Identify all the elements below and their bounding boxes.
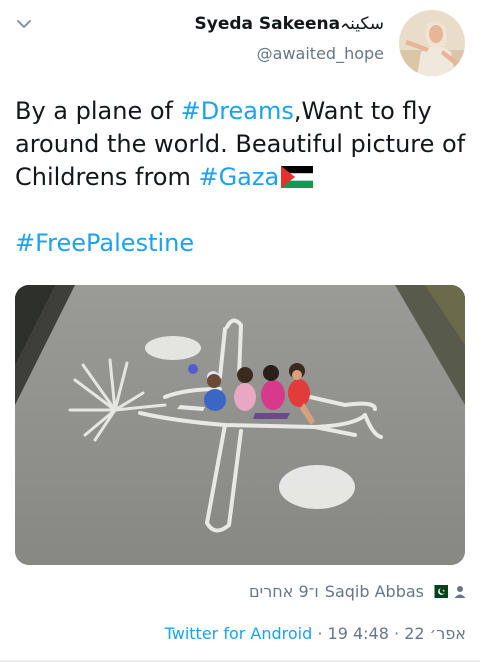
tweet-photo[interactable] [15, 285, 465, 565]
hashtag-dreams[interactable]: #Dreams [181, 97, 294, 125]
meta-separator: · [388, 624, 400, 643]
retweeted-by-name[interactable]: Saqib Abbas [325, 582, 424, 601]
tweet-source-link[interactable]: Twitter for Android [165, 624, 313, 643]
person-icon [454, 585, 466, 598]
chevron-down-icon[interactable] [14, 14, 34, 34]
pakistan-flag-icon [430, 585, 448, 598]
tweet-time: 4:48 [352, 624, 389, 643]
author-name-urdu: سکینہ [340, 14, 384, 34]
tweet-text-part: By a plane of [15, 97, 181, 125]
author-display-name[interactable]: Syeda Sakeenaسکینہ [195, 13, 384, 34]
palestine-flag-icon [281, 166, 314, 188]
avatar[interactable] [399, 10, 465, 76]
tweet-text: By a plane of #Dreams,Want to fly around… [15, 95, 470, 260]
retweeted-by[interactable]: ו־9 אחרים Saqib Abbas [249, 582, 466, 601]
hashtag-gaza[interactable]: #Gaza [198, 163, 279, 191]
tweet-header: Syeda Sakeenaسکینہ @awaited_hope [0, 0, 480, 84]
author-handle[interactable]: @awaited_hope [195, 44, 384, 63]
meta-separator: · [317, 624, 328, 643]
author-name-latin: Syeda Sakeena [194, 14, 341, 34]
hashtag-freepalestine[interactable]: #FreePalestine [15, 229, 194, 257]
retweeted-by-others[interactable]: ו־9 אחרים [249, 582, 319, 601]
tweet-meta: Twitter for Android · 19 אפר׳ 22 · 4:48 [165, 624, 466, 643]
tweet-hashtag-line: #FreePalestine [15, 227, 470, 260]
tweet-body: By a plane of #Dreams,Want to fly around… [15, 95, 470, 194]
author-names[interactable]: Syeda Sakeenaسکینہ @awaited_hope [195, 13, 384, 63]
